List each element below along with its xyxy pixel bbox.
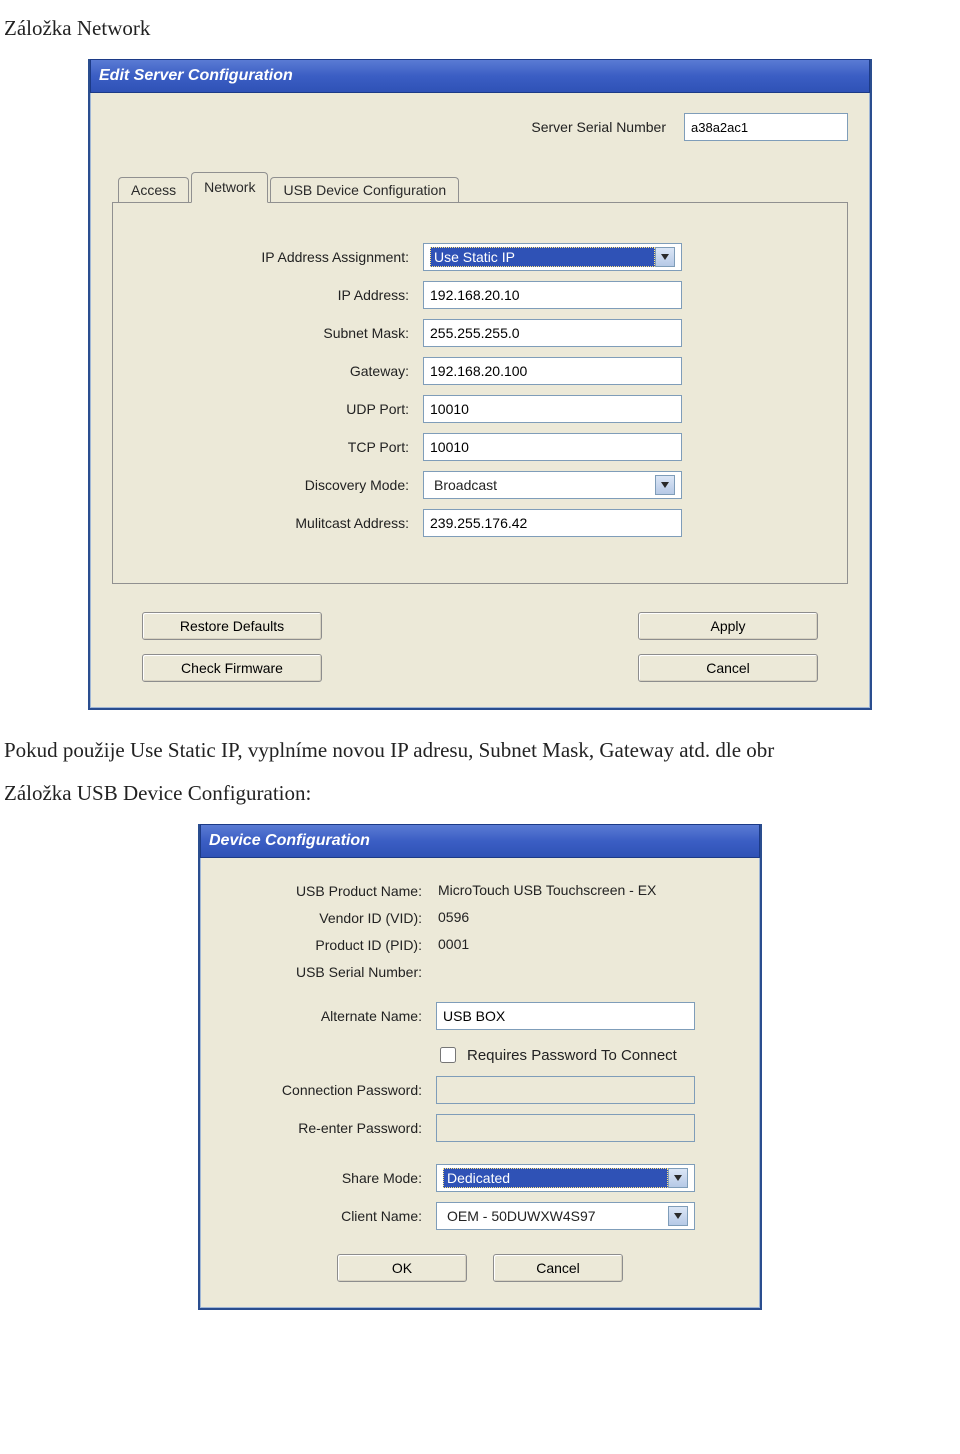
device-config-dialog: Device Configuration USB Product Name: M… (198, 824, 762, 1310)
section-heading-usb: Záložka USB Device Configuration: (4, 781, 956, 806)
tcp-port-label: TCP Port: (143, 439, 423, 455)
gateway-label: Gateway: (143, 363, 423, 379)
network-tab-panel: IP Address Assignment: Use Static IP IP … (112, 202, 848, 584)
reenter-password-input (436, 1114, 695, 1142)
dialog-titlebar: Device Configuration (200, 824, 760, 858)
gateway-input[interactable] (423, 357, 682, 385)
section-heading-network: Záložka Network (4, 16, 956, 41)
usb-product-name-value: MicroTouch USB Touchscreen - EX (436, 882, 656, 898)
ip-address-label: IP Address: (143, 287, 423, 303)
reenter-password-label: Re-enter Password: (226, 1120, 436, 1136)
discovery-mode-value: Broadcast (430, 477, 655, 493)
ip-assignment-caret[interactable] (655, 247, 675, 267)
tab-usb-device-config[interactable]: USB Device Configuration (270, 177, 459, 203)
dialog-title: Device Configuration (209, 832, 370, 850)
tab-access[interactable]: Access (118, 177, 189, 203)
product-id-label: Product ID (PID): (226, 937, 436, 953)
client-name-dropdown[interactable]: OEM - 50DUWXW4S97 (436, 1202, 695, 1230)
requires-password-row[interactable]: Requires Password To Connect (436, 1044, 734, 1066)
tab-row: Access Network USB Device Configuration (112, 171, 848, 202)
chevron-down-icon (674, 1175, 682, 1181)
multicast-address-input[interactable] (423, 509, 682, 537)
share-mode-caret[interactable] (668, 1168, 688, 1188)
discovery-mode-caret[interactable] (655, 475, 675, 495)
share-mode-label: Share Mode: (226, 1170, 436, 1186)
dialog-title: Edit Server Configuration (99, 67, 293, 85)
vendor-id-label: Vendor ID (VID): (226, 910, 436, 926)
ip-assignment-dropdown[interactable]: Use Static IP (423, 243, 682, 271)
edit-server-config-dialog: Edit Server Configuration Server Serial … (88, 59, 872, 710)
subnet-mask-label: Subnet Mask: (143, 325, 423, 341)
product-id-value: 0001 (436, 936, 469, 952)
tab-network[interactable]: Network (191, 172, 268, 203)
requires-password-label: Requires Password To Connect (467, 1047, 677, 1064)
udp-port-label: UDP Port: (143, 401, 423, 417)
check-firmware-button[interactable]: Check Firmware (142, 654, 322, 682)
requires-password-checkbox[interactable] (440, 1047, 456, 1063)
usb-serial-number-value (436, 963, 438, 979)
udp-port-input[interactable] (423, 395, 682, 423)
chevron-down-icon (674, 1213, 682, 1219)
ip-assignment-label: IP Address Assignment: (143, 249, 423, 265)
connection-password-label: Connection Password: (226, 1082, 436, 1098)
chevron-down-icon (661, 482, 669, 488)
cancel-button[interactable]: Cancel (638, 654, 818, 682)
chevron-down-icon (661, 254, 669, 260)
multicast-address-label: Mulitcast Address: (143, 515, 423, 531)
vendor-id-value: 0596 (436, 909, 469, 925)
tcp-port-input[interactable] (423, 433, 682, 461)
usb-serial-number-label: USB Serial Number: (226, 964, 436, 980)
usb-product-name-label: USB Product Name: (226, 883, 436, 899)
apply-button[interactable]: Apply (638, 612, 818, 640)
cancel-button[interactable]: Cancel (493, 1254, 623, 1282)
subnet-mask-input[interactable] (423, 319, 682, 347)
client-name-caret[interactable] (668, 1206, 688, 1226)
server-serial-label: Server Serial Number (531, 119, 666, 135)
ip-assignment-value: Use Static IP (430, 247, 655, 267)
share-mode-value: Dedicated (443, 1168, 668, 1188)
connection-password-input (436, 1076, 695, 1104)
restore-defaults-button[interactable]: Restore Defaults (142, 612, 322, 640)
alternate-name-label: Alternate Name: (226, 1008, 436, 1024)
server-serial-input[interactable] (684, 113, 848, 141)
ok-button[interactable]: OK (337, 1254, 467, 1282)
dialog-titlebar: Edit Server Configuration (90, 59, 870, 93)
alternate-name-input[interactable] (436, 1002, 695, 1030)
discovery-mode-dropdown[interactable]: Broadcast (423, 471, 682, 499)
share-mode-dropdown[interactable]: Dedicated (436, 1164, 695, 1192)
discovery-mode-label: Discovery Mode: (143, 477, 423, 493)
paragraph-body: Pokud použije Use Static IP, vyplníme no… (4, 738, 956, 763)
ip-address-input[interactable] (423, 281, 682, 309)
client-name-label: Client Name: (226, 1208, 436, 1224)
client-name-value: OEM - 50DUWXW4S97 (443, 1208, 668, 1224)
